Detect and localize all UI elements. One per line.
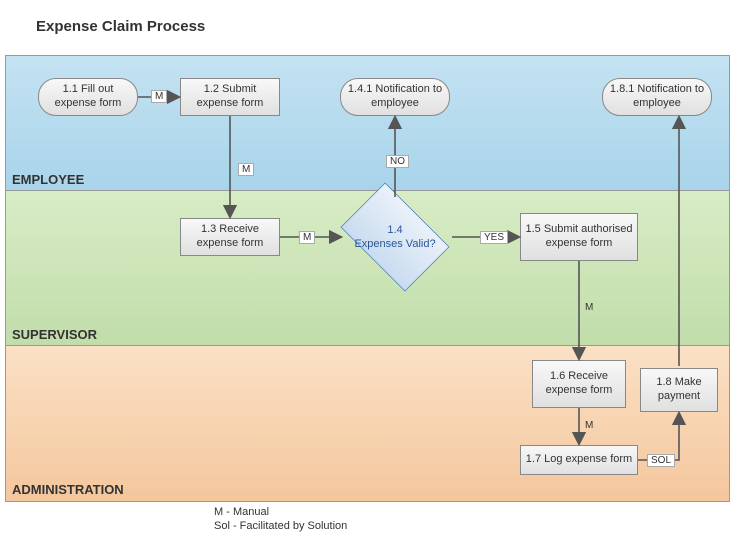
edge-label-m-4: M [585, 302, 593, 313]
node-1-5-submit-authorised: 1.5 Submit authorised expense form [520, 213, 638, 261]
edge-label-yes: YES [480, 231, 508, 244]
node-1-8-make-payment: 1.8 Make payment [640, 368, 718, 412]
node-1-2-submit-form: 1.2 Submit expense form [180, 78, 280, 116]
edge-label-no: NO [386, 155, 409, 168]
node-1-3-receive-form: 1.3 Receive expense form [180, 218, 280, 256]
legend-line-2: Sol - Facilitated by Solution [214, 519, 347, 533]
lane-employee: EMPLOYEE [5, 55, 730, 192]
edge-label-m-1: M [151, 90, 167, 103]
expense-claim-diagram: Expense Claim Process EMPLOYEE SUPERVISO… [0, 0, 735, 535]
decision-label: 1.4 Expenses Valid? [330, 192, 460, 282]
legend: M - Manual Sol - Facilitated by Solution [214, 505, 347, 534]
lane-supervisor-label: SUPERVISOR [12, 327, 97, 342]
node-1-7-log-form: 1.7 Log expense form [520, 445, 638, 475]
edge-label-m-5: M [585, 420, 593, 431]
edge-label-sol: SOL [647, 454, 675, 467]
node-1-4-expenses-valid: 1.4 Expenses Valid? [330, 192, 460, 282]
node-1-1-fill-out-form: 1.1 Fill out expense form [38, 78, 138, 116]
diagram-title: Expense Claim Process [36, 18, 205, 35]
node-1-6-receive-form: 1.6 Receive expense form [532, 360, 626, 408]
lane-employee-label: EMPLOYEE [12, 172, 84, 187]
node-1-4-1-notification: 1.4.1 Notification to employee [340, 78, 450, 116]
edge-label-m-3: M [299, 231, 315, 244]
node-1-8-1-notification: 1.8.1 Notification to employee [602, 78, 712, 116]
lane-admin-label: ADMINISTRATION [12, 482, 124, 497]
legend-line-1: M - Manual [214, 505, 347, 519]
edge-label-m-2: M [238, 163, 254, 176]
